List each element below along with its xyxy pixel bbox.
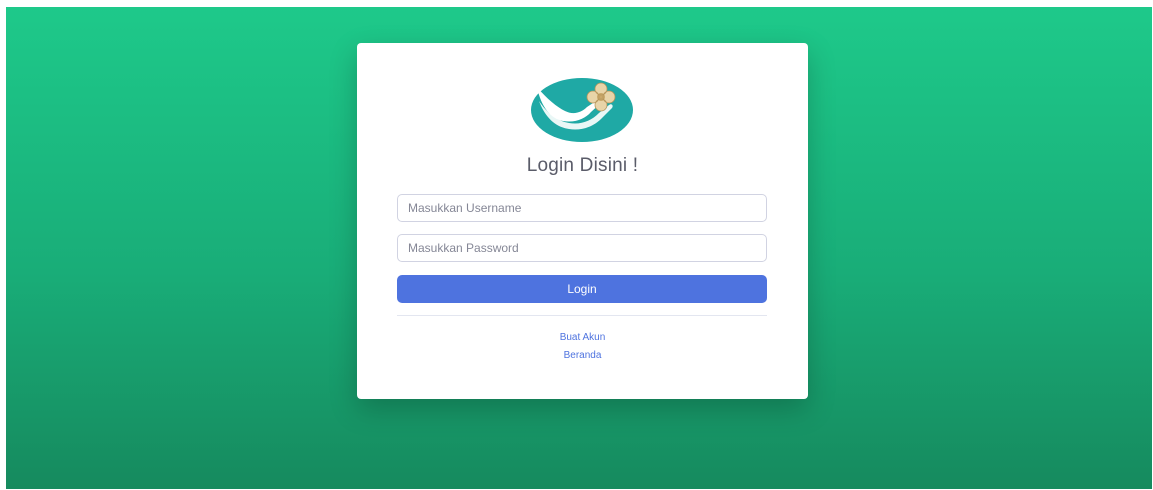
password-input[interactable] (397, 234, 767, 262)
login-card: Login Disini ! Login Buat Akun Beranda (357, 43, 808, 399)
divider (397, 315, 767, 316)
login-button[interactable]: Login (397, 275, 767, 303)
hand-flower-logo-icon (531, 78, 633, 142)
page-title: Login Disini ! (526, 155, 639, 176)
login-page-background: Login Disini ! Login Buat Akun Beranda (6, 7, 1152, 489)
username-input[interactable] (397, 194, 767, 222)
create-account-link[interactable]: Buat Akun (357, 332, 808, 343)
home-link[interactable]: Beranda (357, 350, 808, 361)
